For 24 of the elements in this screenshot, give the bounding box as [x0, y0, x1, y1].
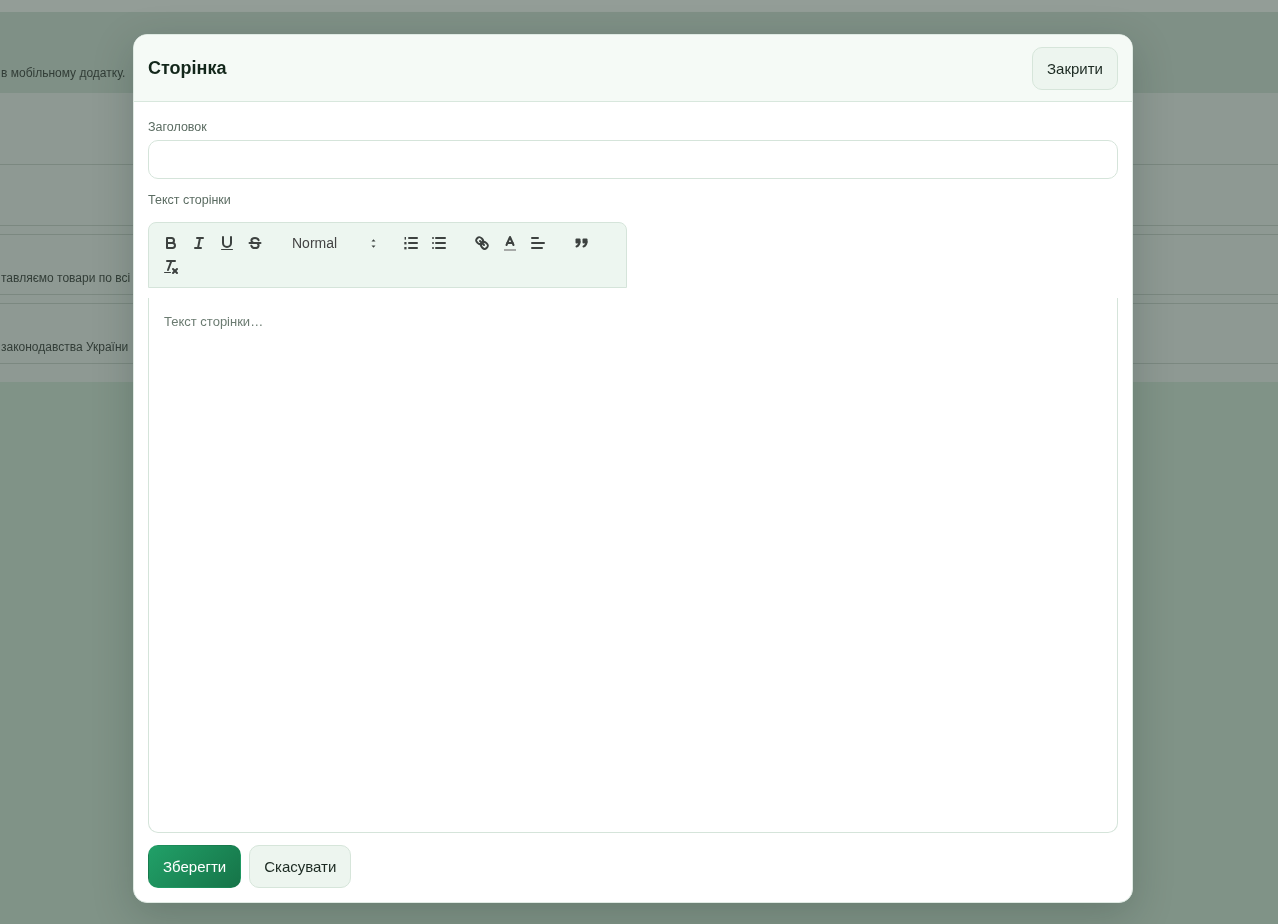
- save-button[interactable]: Зберегти: [148, 845, 242, 888]
- clear-format-icon: [164, 260, 178, 274]
- numbered-list-icon: [404, 237, 418, 249]
- cancel-button[interactable]: Скасувати: [249, 845, 352, 888]
- text-color-icon: [504, 235, 516, 251]
- strikethrough-icon: [249, 237, 261, 249]
- row-text: законодавства України: [0, 340, 129, 354]
- bullet-list-icon: [432, 237, 446, 249]
- link-icon: [475, 236, 489, 250]
- heading-select[interactable]: Normal: [284, 231, 382, 255]
- row-text: тавляємо товари по всі: [0, 271, 131, 285]
- title-input[interactable]: [148, 140, 1118, 179]
- bold-icon: [166, 237, 176, 249]
- notice-text: в мобільному додатку.: [0, 65, 126, 81]
- dialog-title: Сторінка: [148, 57, 227, 79]
- field-label: Заголовок: [148, 119, 208, 136]
- field-label: Текст сторінки: [148, 192, 232, 208]
- underline-icon: [221, 236, 233, 250]
- sort-arrows-icon: [370, 238, 376, 248]
- text-editor-field[interactable]: Текст сторінки…: [148, 298, 1118, 833]
- close-button[interactable]: Закрити: [1032, 46, 1118, 90]
- quote-icon: [574, 238, 588, 248]
- align-left-icon: [531, 237, 545, 249]
- italic-icon: [194, 237, 204, 249]
